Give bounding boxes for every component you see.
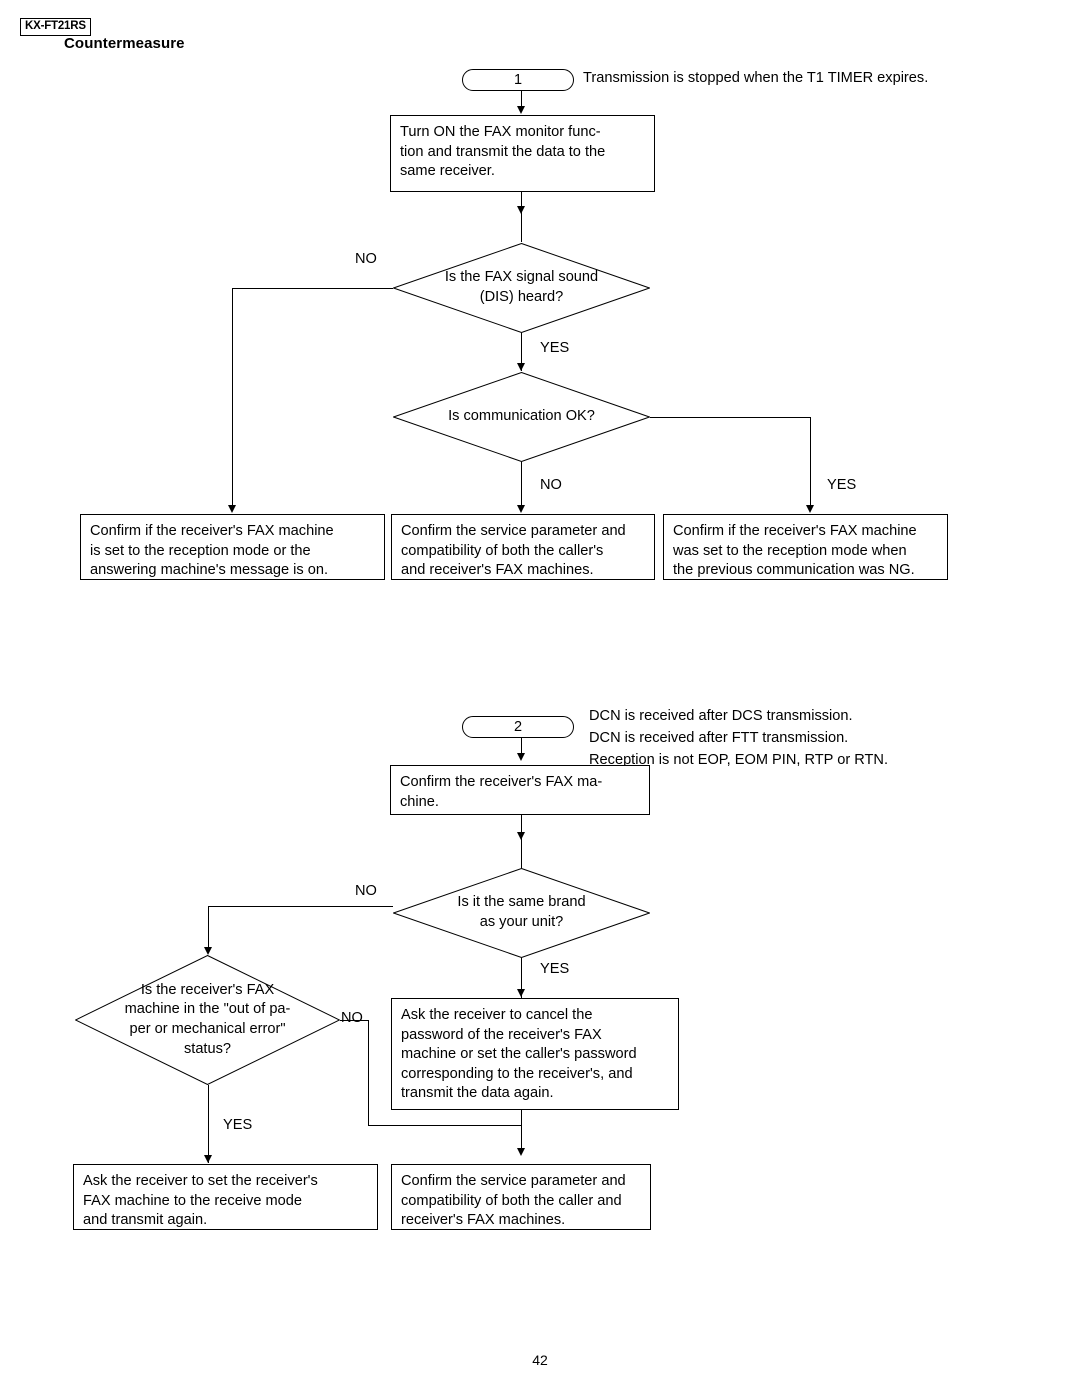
connector-line bbox=[232, 288, 233, 510]
connector-arrow bbox=[516, 206, 525, 214]
page-title: Countermeasure bbox=[64, 35, 185, 52]
flowchart-1-note: Transmission is stopped when the T1 TIME… bbox=[583, 70, 929, 86]
connector-line bbox=[521, 462, 522, 510]
connector-line bbox=[810, 417, 811, 510]
flowchart-2-decision-2-yes-label: YES bbox=[223, 1117, 253, 1133]
connector-line bbox=[208, 906, 393, 907]
connector-arrow bbox=[516, 106, 525, 114]
flowchart-2-decision-2: Is the receiver's FAX machine in the "ou… bbox=[75, 955, 340, 1085]
connector-arrow bbox=[805, 505, 814, 513]
flowchart-1-decision-1-label: Is the FAX signal sound (DIS) heard? bbox=[444, 269, 599, 305]
page-number: 42 bbox=[532, 1352, 548, 1368]
flowchart-1-decision-1: Is the FAX signal sound (DIS) heard? bbox=[393, 243, 650, 333]
connector-line bbox=[521, 1110, 522, 1126]
flowchart-2-result-left: Ask the receiver to set the receiver's F… bbox=[73, 1164, 378, 1230]
flowchart-1-result-center: Confirm the service parameter and compat… bbox=[391, 514, 655, 580]
flowchart-1-decision-2-label: Is communication OK? bbox=[448, 408, 595, 425]
connector-arrow bbox=[516, 363, 525, 371]
connector-line bbox=[340, 1020, 368, 1021]
flowchart-1-decision-2-no-label: NO bbox=[540, 477, 562, 493]
connector-line bbox=[650, 417, 810, 418]
connector-line bbox=[368, 1125, 521, 1126]
flowchart-1-result-right: Confirm if the receiver's FAX machine wa… bbox=[663, 514, 948, 580]
flowchart-1-process-box: Turn ON the FAX monitor func- tion and t… bbox=[390, 115, 655, 192]
flowchart-1-decision-2: Is communication OK? bbox=[393, 372, 650, 462]
connector-arrow bbox=[516, 832, 525, 840]
connector-arrow bbox=[516, 1148, 525, 1156]
connector-arrow bbox=[227, 505, 236, 513]
flowchart-1-decision-2-yes-label: YES bbox=[827, 477, 857, 493]
flowchart-2-decision-1-no-label: NO bbox=[355, 883, 377, 899]
connector-line bbox=[368, 1020, 369, 1125]
flowchart-2-decision-2-label: Is the receiver's FAX machine in the "ou… bbox=[124, 981, 291, 1057]
flowchart-1-decision-1-no-label: NO bbox=[355, 251, 377, 267]
flowchart-2-process-box: Confirm the receiver's FAX ma- chine. bbox=[390, 765, 650, 815]
flowchart-1-decision-1-yes-label: YES bbox=[540, 340, 570, 356]
connector-arrow bbox=[203, 947, 212, 955]
connector-line bbox=[208, 1085, 209, 1163]
flowchart-2-terminator: 2 bbox=[462, 716, 574, 738]
connector-arrow bbox=[516, 989, 525, 997]
connector-arrow bbox=[203, 1155, 212, 1163]
flowchart-2-decision-1-yes-label: YES bbox=[540, 961, 570, 977]
flowchart-1-result-left: Confirm if the receiver's FAX machine is… bbox=[80, 514, 385, 580]
model-number-tag: KX-FT21RS bbox=[20, 18, 91, 36]
connector-line bbox=[521, 815, 522, 868]
flowchart-2-decision-2-no-label: NO bbox=[341, 1010, 363, 1026]
document-page: KX-FT21RS Countermeasure 1 Transmission … bbox=[0, 0, 1080, 1397]
flowchart-2-decision-1: Is it the same brand as your unit? bbox=[393, 868, 650, 958]
connector-line bbox=[521, 192, 522, 242]
connector-line bbox=[232, 288, 393, 289]
flowchart-1-terminator: 1 bbox=[462, 69, 574, 91]
connector-arrow bbox=[516, 505, 525, 513]
flowchart-2-decision-1-label: Is it the same brand as your unit? bbox=[457, 894, 586, 930]
flowchart-2-result-center: Confirm the service parameter and compat… bbox=[391, 1164, 651, 1230]
connector-line bbox=[208, 906, 209, 952]
flowchart-2-action-box: Ask the receiver to cancel the password … bbox=[391, 998, 679, 1110]
connector-arrow bbox=[516, 753, 525, 761]
flowchart-2-note: DCN is received after DCS transmission. … bbox=[589, 708, 889, 768]
